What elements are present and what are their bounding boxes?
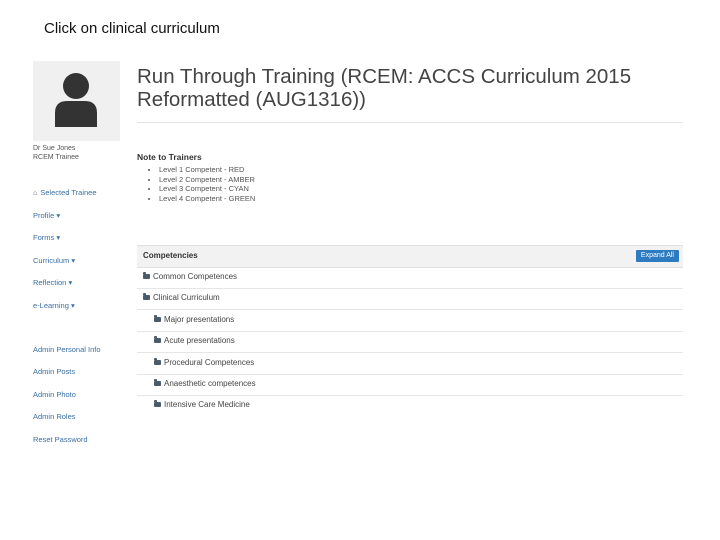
sidebar-link-admin-personal-info[interactable]: Admin Personal Info [33, 345, 101, 354]
sidebar-link-admin-photo[interactable]: Admin Photo [33, 390, 76, 399]
competencies-title: Competencies [143, 251, 198, 260]
folder-icon [154, 358, 161, 365]
sidebar-link-admin-posts[interactable]: Admin Posts [33, 367, 75, 376]
main-content: Run Through Training (RCEM: ACCS Curricu… [137, 55, 685, 475]
notes-heading: Note to Trainers [137, 152, 202, 162]
title-divider [137, 122, 683, 123]
chevron-down-icon: ▾ [56, 211, 61, 220]
tree-item-procedural-competences[interactable]: Procedural Competences [137, 353, 683, 375]
list-item: Level 1 Competent - RED [159, 165, 255, 175]
folder-icon [154, 315, 161, 322]
sidebar: Dr Sue Jones RCEM Trainee ⌂ Selected Trai… [25, 55, 120, 455]
sidebar-link-selected-trainee[interactable]: ⌂ Selected Trainee [33, 188, 97, 197]
folder-icon [154, 336, 161, 343]
competencies-header: Competencies Expand All [137, 245, 683, 268]
slide-caption: Click on clinical curriculum [44, 20, 220, 37]
sidebar-link-reflection[interactable]: Reflection ▾ [33, 278, 72, 287]
tree-item-label: Intensive Care Medicine [164, 400, 250, 409]
chevron-down-icon: ▾ [71, 256, 76, 265]
user-silhouette-icon [55, 73, 97, 127]
chevron-down-icon: ▾ [56, 233, 61, 242]
sidebar-link-profile[interactable]: Profile ▾ [33, 211, 60, 220]
user-name: Dr Sue Jones [33, 145, 76, 152]
sidebar-link-label: e-Learning [33, 301, 69, 310]
sidebar-link-forms[interactable]: Forms ▾ [33, 233, 60, 242]
list-item: Level 2 Competent - AMBER [159, 175, 255, 185]
sidebar-link-label: Selected Trainee [40, 188, 97, 197]
tree-item-intensive-care-medicine[interactable]: Intensive Care Medicine [137, 395, 683, 416]
tree-item-clinical-curriculum[interactable]: Clinical Curriculum [137, 288, 683, 310]
tree-item-label: Acute presentations [164, 336, 235, 345]
tree-item-major-presentations[interactable]: Major presentations [137, 310, 683, 332]
app-screenshot: Dr Sue Jones RCEM Trainee ⌂ Selected Trai… [25, 55, 685, 475]
tree-item-label: Common Competences [153, 272, 238, 281]
list-item: Level 4 Competent - GREEN [159, 194, 255, 204]
sidebar-link-label: Reflection [33, 278, 67, 287]
user-role: RCEM Trainee [33, 154, 79, 161]
folder-open-icon [143, 293, 150, 300]
tree-item-label: Anaesthetic competences [164, 379, 256, 388]
page-title: Run Through Training (RCEM: ACCS Curricu… [137, 65, 632, 111]
sidebar-link-label: Profile [33, 211, 55, 220]
sidebar-link-label: Forms [33, 233, 55, 242]
avatar [33, 61, 120, 141]
sidebar-link-label: Curriculum [33, 256, 70, 265]
notes-list: Level 1 Competent - RED Level 2 Competen… [149, 165, 255, 203]
tree-item-acute-presentations[interactable]: Acute presentations [137, 331, 683, 353]
expand-all-button[interactable]: Expand All [635, 250, 679, 262]
list-item: Level 3 Competent - CYAN [159, 184, 255, 194]
sidebar-link-elearning[interactable]: e-Learning ▾ [33, 301, 75, 310]
tree-item-label: Procedural Competences [164, 358, 255, 367]
folder-icon [154, 379, 161, 386]
tree-item-label: Major presentations [164, 315, 235, 324]
home-icon: ⌂ [33, 190, 38, 197]
chevron-down-icon: ▾ [68, 278, 73, 287]
sidebar-link-curriculum[interactable]: Curriculum ▾ [33, 256, 75, 265]
competencies-panel: Competencies Expand All Common Competenc… [137, 245, 683, 413]
folder-icon [154, 400, 161, 407]
tree-item-common-competences[interactable]: Common Competences [137, 267, 683, 289]
sidebar-link-reset-password[interactable]: Reset Password [33, 435, 88, 444]
tree-item-label: Clinical Curriculum [153, 293, 220, 302]
sidebar-link-admin-roles[interactable]: Admin Roles [33, 412, 76, 421]
chevron-down-icon: ▾ [70, 301, 75, 310]
tree-item-anaesthetic-competences[interactable]: Anaesthetic competences [137, 374, 683, 396]
folder-icon [143, 272, 150, 279]
